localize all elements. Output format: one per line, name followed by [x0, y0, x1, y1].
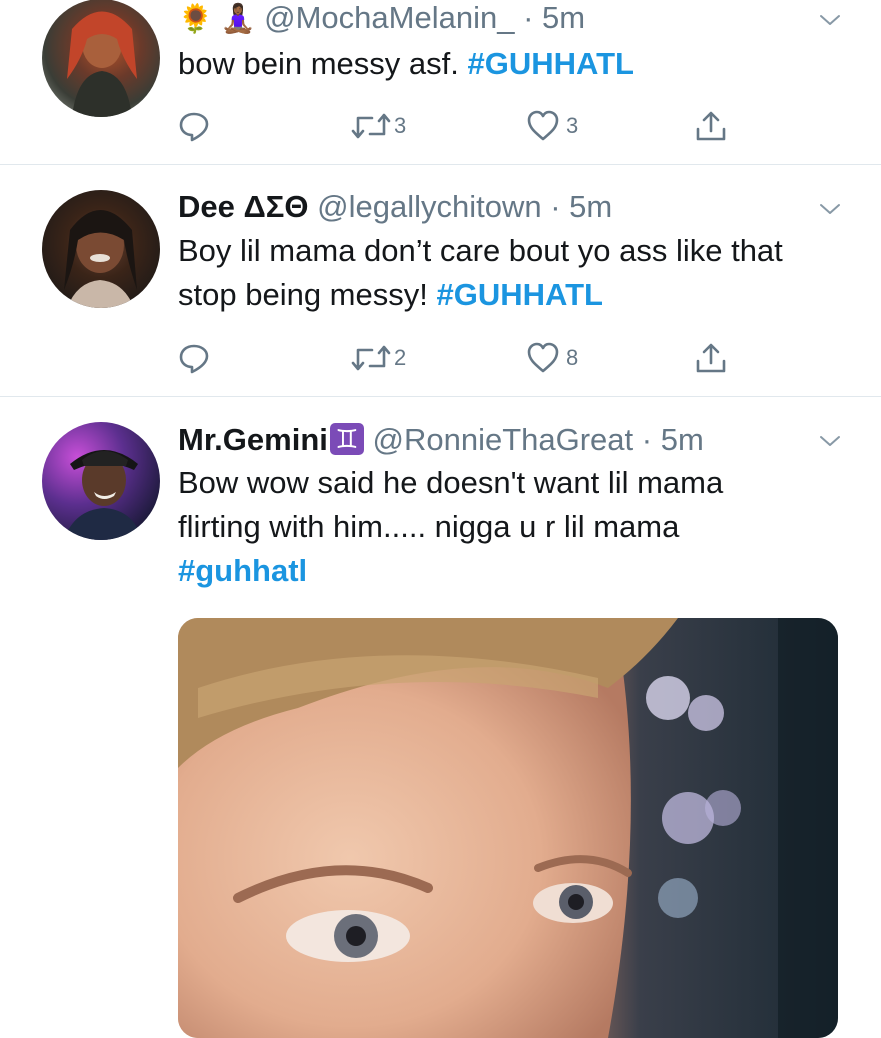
reply-icon [179, 344, 209, 374]
tweet-header: 🌻 🧘🏾‍♀️ @MochaMelanin_ · 5m [178, 2, 585, 33]
heart-icon [527, 110, 559, 141]
avatar[interactable] [42, 0, 160, 117]
chevron-down-icon[interactable] [818, 8, 842, 32]
reply-button[interactable] [178, 108, 210, 144]
like-count: 8 [566, 345, 579, 370]
retweet-count: 2 [394, 345, 407, 370]
user-handle[interactable]: @MochaMelanin_ [264, 0, 514, 35]
tweet-media-image[interactable] [178, 618, 838, 1038]
hashtag-link[interactable]: #GUHHATL [436, 277, 602, 312]
avatar[interactable] [42, 422, 160, 540]
tweet-actions: 3 3 [178, 108, 738, 148]
hashtag-link[interactable]: #guhhatl [178, 549, 798, 593]
retweet-count: 3 [394, 113, 407, 138]
heart-icon [527, 342, 559, 373]
user-handle[interactable]: @legallychitown [317, 189, 541, 224]
display-name[interactable]: Mr.Gemini [178, 422, 328, 457]
retweet-icon [351, 345, 391, 371]
tweet-body-text: Bow wow said he doesn't want lil mama fl… [178, 465, 724, 544]
retweet-button[interactable]: 3 [350, 108, 406, 144]
user-handle[interactable]: @RonnieThaGreat [373, 422, 634, 457]
tweet-text: Boy lil mama don’t care bout yo ass like… [178, 229, 818, 317]
tweet-header: Mr.Gemini ♊ @RonnieThaGreat · 5m [178, 423, 704, 455]
tweet-text: bow bein messy asf. #GUHHATL [178, 42, 818, 86]
tweet-divider [0, 164, 881, 165]
gemini-badge: ♊ [329, 423, 364, 455]
tweet-text: Bow wow said he doesn't want lil mama fl… [178, 461, 798, 593]
timestamp[interactable]: 5m [569, 189, 612, 224]
share-icon [696, 111, 726, 141]
name-emoji: 🌻 🧘🏾‍♀️ [178, 3, 256, 34]
tweet-header: Dee ΔΣΘ @legallychitown · 5m [178, 191, 612, 222]
tweet-actions: 2 8 [178, 340, 738, 380]
share-button[interactable] [694, 108, 728, 144]
share-icon [696, 343, 726, 373]
tweet-body-text: bow bein messy asf. [178, 46, 459, 81]
retweet-button[interactable]: 2 [350, 340, 406, 376]
like-button[interactable]: 8 [526, 340, 578, 376]
display-name[interactable]: Dee ΔΣΘ [178, 189, 308, 224]
share-button[interactable] [694, 340, 728, 376]
avatar[interactable] [42, 190, 160, 308]
hashtag-link[interactable]: #GUHHATL [467, 46, 633, 81]
separator-dot: · [641, 422, 653, 457]
timestamp[interactable]: 5m [661, 422, 704, 457]
retweet-icon [351, 113, 391, 139]
separator-dot: · [523, 0, 534, 35]
reply-icon [179, 112, 209, 142]
like-count: 3 [566, 113, 579, 138]
timestamp[interactable]: 5m [542, 0, 585, 35]
chevron-down-icon[interactable] [818, 197, 842, 221]
tweet-divider [0, 396, 881, 397]
chevron-down-icon[interactable] [818, 429, 842, 453]
reply-button[interactable] [178, 340, 210, 376]
separator-dot: · [550, 189, 561, 224]
like-button[interactable]: 3 [526, 108, 578, 144]
